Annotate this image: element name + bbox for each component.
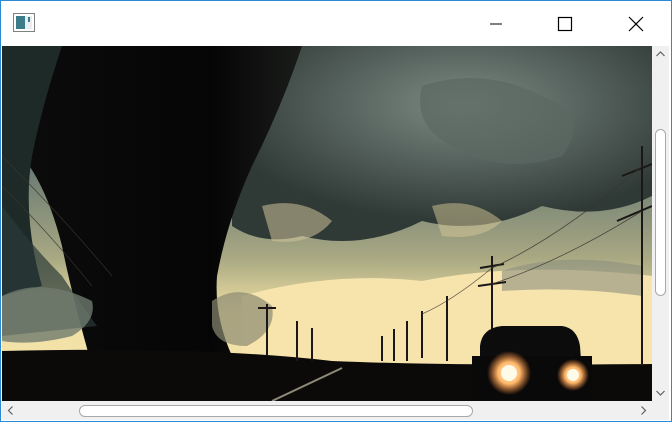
- close-icon: [628, 16, 644, 31]
- tornado-photo: [2, 46, 652, 401]
- title-bar[interactable]: [1, 1, 671, 46]
- scroll-left-icon[interactable]: [2, 401, 19, 420]
- image-viewport[interactable]: [2, 46, 652, 401]
- vertical-scroll-thumb[interactable]: [655, 129, 666, 296]
- minimize-icon: [490, 23, 502, 24]
- horizontal-scroll-thumb[interactable]: [79, 405, 473, 417]
- scroll-down-icon[interactable]: [652, 384, 669, 401]
- app-icon: [13, 13, 35, 32]
- minimize-button[interactable]: [473, 1, 519, 46]
- maximize-icon: [557, 16, 573, 31]
- horizontal-scrollbar[interactable]: [2, 401, 652, 420]
- image-viewer-window: [0, 0, 672, 422]
- scroll-right-icon[interactable]: [635, 401, 652, 420]
- scroll-up-icon[interactable]: [652, 46, 669, 63]
- scrollbar-corner: [652, 401, 669, 420]
- close-button[interactable]: [613, 1, 659, 46]
- vertical-scrollbar[interactable]: [652, 46, 669, 401]
- maximize-button[interactable]: [542, 1, 588, 46]
